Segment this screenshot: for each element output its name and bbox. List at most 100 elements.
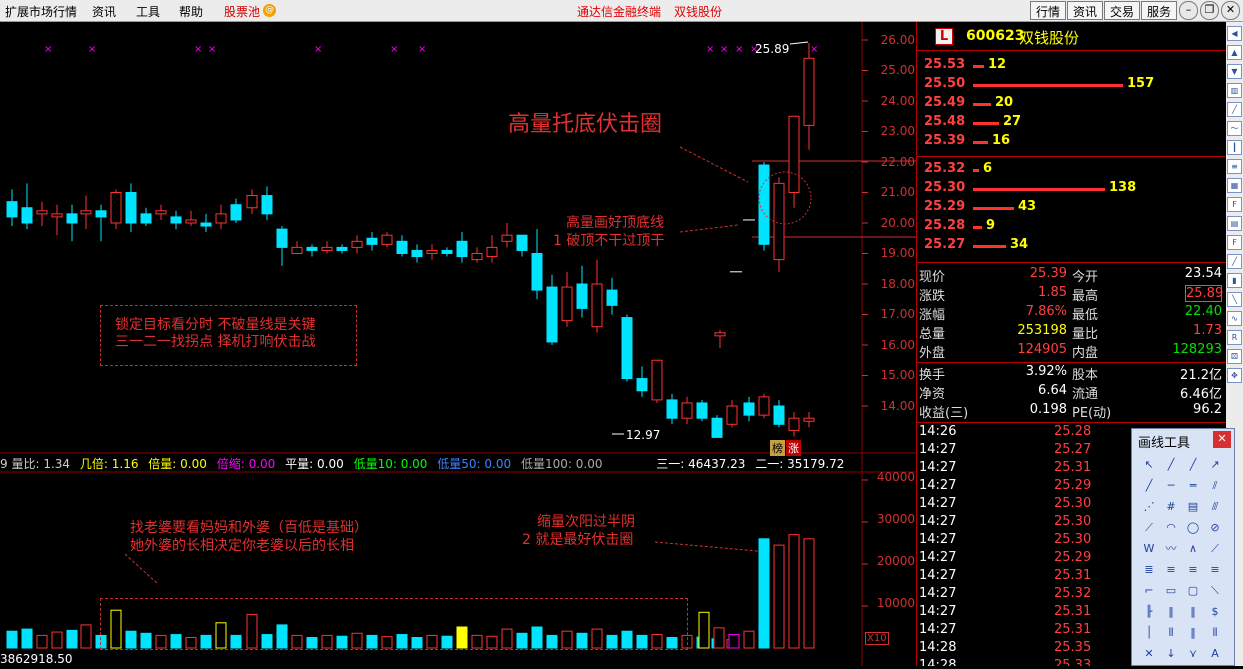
menu-extended-market[interactable]: 扩展市场行情	[5, 3, 77, 20]
bid-level-row[interactable]: 25.32 6	[917, 161, 1225, 180]
stat-outer: 124905	[1017, 342, 1067, 357]
table-icon[interactable]: ▤	[1227, 216, 1242, 231]
channel-icon[interactable]: ▤	[1182, 497, 1204, 518]
trend-line-icon[interactable]: ╱	[1138, 476, 1160, 497]
hline-icon[interactable]: ─	[1160, 476, 1182, 497]
candle-body	[561, 286, 573, 322]
ask-level-row[interactable]: 25.49 20	[917, 95, 1225, 114]
annotation-arrow	[654, 541, 769, 553]
step-icon[interactable]: ⌐	[1138, 581, 1160, 602]
signal-marker: ×	[44, 44, 52, 55]
bid-level-row[interactable]: 25.30 138	[917, 180, 1225, 199]
ask-level-row[interactable]: 25.53 12	[917, 57, 1225, 76]
ask-level-row[interactable]: 25.48 27	[917, 114, 1225, 133]
ray-icon[interactable]: ↗	[1204, 455, 1226, 476]
beiliang-label: 倍量:	[148, 457, 177, 471]
line-segment-icon[interactable]: ╱	[1160, 455, 1182, 476]
arrow-down-icon[interactable]: ▼	[1227, 64, 1242, 79]
minimize-icon[interactable]: –	[1179, 1, 1198, 20]
text-a-icon[interactable]: A	[1204, 644, 1226, 665]
annotation-strategy-2: 三一二一找拐点 择机打响伏击战	[115, 334, 316, 350]
trade-button[interactable]: 交易	[1104, 1, 1141, 20]
chart2-icon[interactable]: ╱	[1227, 254, 1242, 269]
cursor-icon[interactable]: ↖	[1138, 455, 1160, 476]
bid-volume: 6	[983, 161, 993, 176]
bid-level-row[interactable]: 25.27 34	[917, 237, 1225, 256]
news-button[interactable]: 资讯	[1067, 1, 1104, 20]
hline2-icon[interactable]: ═	[1182, 476, 1204, 497]
circle-slash-icon[interactable]: ⊘	[1204, 518, 1226, 539]
signal-marker: ×	[720, 44, 728, 55]
vline-icon[interactable]: │	[1138, 623, 1160, 644]
rsi-icon[interactable]: R	[1227, 330, 1242, 345]
zigzag-icon[interactable]: ∧	[1182, 539, 1204, 560]
diag-icon[interactable]: ⟍	[1204, 581, 1226, 602]
arrow-left-icon[interactable]: ◀	[1227, 26, 1242, 41]
numbered-icon[interactable]: #	[1160, 497, 1182, 518]
wave-w-icon[interactable]: W	[1138, 539, 1160, 560]
rise-icon[interactable]: ⟋	[1204, 539, 1226, 560]
bars-icon[interactable]: ▮	[1227, 273, 1242, 288]
dice-icon[interactable]: ⚄	[1227, 349, 1242, 364]
rank-tag[interactable]: 榜	[770, 440, 785, 456]
fork-icon[interactable]: ⋰	[1138, 497, 1160, 518]
fan-icon[interactable]: ⟋	[1138, 518, 1160, 539]
chart4-icon[interactable]: ∿	[1227, 311, 1242, 326]
lines-icon[interactable]: ⫻	[1204, 497, 1226, 518]
gf-icon[interactable]: ≡	[1204, 560, 1226, 581]
list-icon[interactable]: ≡	[1227, 159, 1242, 174]
fork2-icon[interactable]: ⋎	[1182, 644, 1204, 665]
kline-icon[interactable]: ▥	[1227, 83, 1242, 98]
wave-icon[interactable]: 〰	[1160, 539, 1182, 560]
signal-marker: ×	[88, 44, 96, 55]
ask-level-row[interactable]: 25.50 157	[917, 76, 1225, 95]
tick-time: 14:27	[919, 442, 957, 457]
f12-icon[interactable]: F	[1227, 235, 1242, 250]
sanyi-value: 46437.23	[688, 457, 746, 471]
menu-news[interactable]: 资讯	[92, 3, 116, 20]
arc-icon[interactable]: ◠	[1160, 518, 1182, 539]
kline-chart-area[interactable]: × × × × × × × × × × × × 25.89 12.97 榜 涨 高量托底伏击圈 高量画…	[0, 22, 916, 666]
arrow-down-icon[interactable]: ↓	[1160, 644, 1182, 665]
line-icon[interactable]: 〜	[1227, 121, 1242, 136]
box-icon[interactable]: ▭	[1160, 581, 1182, 602]
y-tick: 19.00	[880, 246, 915, 260]
double-bar-icon[interactable]: ‖	[1182, 623, 1204, 644]
restore-icon[interactable]: ❐	[1200, 1, 1219, 20]
rise-tag[interactable]: 涨	[786, 440, 801, 456]
dollar-icon[interactable]: $	[1204, 602, 1226, 623]
draw-tool-panel[interactable]: 画线工具 ✕ ↖ ╱ ╱ ↗ ╱ ─ ═ ⫽ ⋰ # ▤ ⫻ ⟋ ◠ ◯ ⊘ W…	[1131, 428, 1235, 666]
close-icon[interactable]: ✕	[1221, 1, 1240, 20]
f10-icon[interactable]: F	[1227, 197, 1242, 212]
vlines-icon[interactable]: ‖	[1160, 602, 1182, 623]
menu-stock-pool[interactable]: 股票池	[224, 3, 260, 20]
parallel-icon[interactable]: ⫽	[1204, 476, 1226, 497]
quote-button[interactable]: 行情	[1030, 1, 1067, 20]
vlines3-icon[interactable]: ⦀	[1160, 623, 1182, 644]
chart-icon[interactable]: ╱	[1227, 102, 1242, 117]
arrow-up-icon[interactable]: ▲	[1227, 45, 1242, 60]
bracket-icon[interactable]: ╟	[1138, 602, 1160, 623]
move-icon[interactable]: ✥	[1227, 368, 1242, 383]
menu-help[interactable]: 帮助	[179, 3, 203, 20]
cross-icon[interactable]: ✕	[1138, 644, 1160, 665]
service-button[interactable]: 服务	[1141, 1, 1178, 20]
stock-pool-icon[interactable]: @	[263, 4, 276, 17]
x10-zoom-label[interactable]: X10	[865, 632, 889, 645]
menu-tools[interactable]: 工具	[136, 3, 160, 20]
square-icon[interactable]: ▢	[1182, 581, 1204, 602]
ask-level-row[interactable]: 25.39 16	[917, 133, 1225, 152]
grid-icon[interactable]: ▦	[1227, 178, 1242, 193]
vlines2-icon[interactable]: ‖	[1182, 602, 1204, 623]
candle-icon[interactable]: ┃	[1227, 140, 1242, 155]
bid-level-row[interactable]: 25.29 43	[917, 199, 1225, 218]
vlines4-icon[interactable]: ⦀	[1204, 623, 1226, 644]
circle-icon[interactable]: ◯	[1182, 518, 1204, 539]
gp-icon[interactable]: ≡	[1160, 560, 1182, 581]
chart3-icon[interactable]: ╲	[1227, 292, 1242, 307]
ga-icon[interactable]: ≡	[1182, 560, 1204, 581]
draw-tool-close-icon[interactable]: ✕	[1213, 431, 1231, 448]
bid-level-row[interactable]: 25.28 9	[917, 218, 1225, 237]
line-icon[interactable]: ╱	[1182, 455, 1204, 476]
fib-icon[interactable]: ≣	[1138, 560, 1160, 581]
